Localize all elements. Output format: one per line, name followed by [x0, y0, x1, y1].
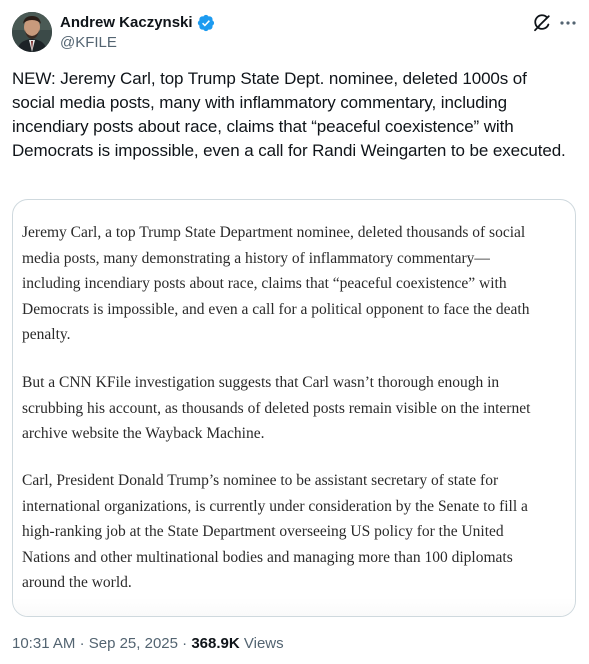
- author-handle[interactable]: @KFILE: [60, 33, 117, 53]
- tweet-text: NEW: Jeremy Carl, top Trump State Dept. …: [12, 69, 566, 160]
- meta-separator: ·: [182, 635, 188, 652]
- article-paragraph: Carl, President Donald Trump’s nominee t…: [22, 472, 528, 592]
- card-bottom-fade: [13, 598, 575, 616]
- article-paragraph: Jeremy Carl, a top Trump State Departmen…: [22, 224, 530, 344]
- meta-separator: ·: [79, 635, 85, 652]
- avatar[interactable]: [12, 12, 52, 52]
- article-paragraph: But a CNN KFile investigation suggests t…: [22, 374, 531, 443]
- tweet-date[interactable]: Sep 25, 2025: [89, 635, 178, 652]
- author-name[interactable]: Andrew Kaczynski: [60, 13, 193, 33]
- article-screenshot-card[interactable]: Jeremy Carl, a top Trump State Departmen…: [12, 199, 576, 617]
- verified-badge-icon[interactable]: [197, 14, 215, 32]
- tweet: Andrew Kaczynski @KFILE NEW: Jeremy Carl…: [0, 0, 589, 664]
- views-count: 368.9K: [191, 635, 240, 652]
- avatar-image: [12, 12, 52, 52]
- views-label: Views: [243, 635, 284, 652]
- tweet-time[interactable]: 10:31 AM: [12, 635, 75, 652]
- author-name-row[interactable]: Andrew Kaczynski: [60, 13, 215, 33]
- grok-icon[interactable]: [532, 13, 552, 33]
- tweet-meta: 10:31 AM · Sep 25, 2025 · 368.9K Views: [12, 634, 284, 654]
- more-options-icon[interactable]: [558, 13, 578, 33]
